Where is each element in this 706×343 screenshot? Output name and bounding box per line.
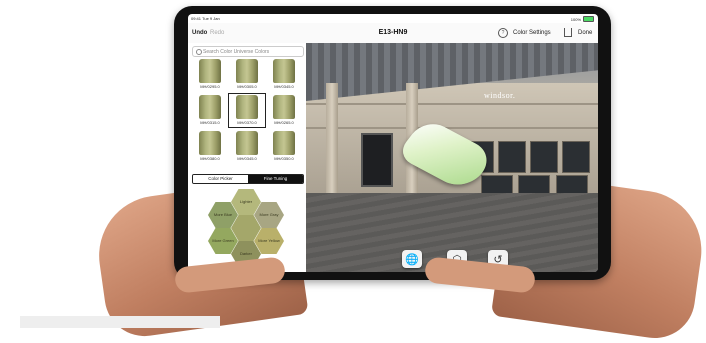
ar-viewport[interactable]: windsor. 🌐 ⬡ ↺ [306,43,598,272]
date-text: Tue 9 Jan [202,16,220,21]
swatch-label: MH/0265.0 [274,120,294,125]
paint-can-icon [236,131,258,155]
help-icon[interactable]: ? [498,28,508,38]
swatch-label: MH/0370.0 [237,120,257,125]
swatch-item[interactable]: MH/0305.0 [229,58,265,91]
swatch-label: MH/0345.0 [237,156,257,161]
stone-band [306,127,598,129]
swatch-item-selected[interactable]: MH/0370.0 [228,93,266,128]
color-panel: Search Color Universe Colors MH/0295.0 M… [188,43,307,272]
swatch-label: MH/0380.0 [200,156,220,161]
swatch-label: MH/0305.0 [237,84,257,89]
status-time: 09:41 Tue 9 Jan [191,16,220,21]
status-right: 100% [571,16,594,22]
battery-text: 100% [570,16,581,22]
share-icon[interactable] [564,28,572,37]
done-button[interactable]: Done [578,30,592,36]
nav-bar: Undo Redo E13-HN9 ? Color Settings Done [188,23,598,44]
paint-can-icon [273,59,295,83]
pillar [326,83,338,198]
paint-can-icon [199,59,221,83]
screen: 09:41 Tue 9 Jan 100% Undo Redo E13-HN9 ?… [188,14,598,272]
sleeve [20,316,220,328]
swatch-item[interactable]: MH/0380.0 [192,130,228,163]
status-bar: 09:41 Tue 9 Jan 100% [188,14,598,23]
mode-tabs: Color Picker Fine Tuning [192,174,304,184]
swatch-item[interactable]: MH/0345.0 [266,58,302,91]
paint-can-icon [199,131,221,155]
battery-icon [583,16,594,22]
swatch-label: MH/0315.0 [200,120,220,125]
swatch-grid: MH/0295.0 MH/0305.0 MH/0345.0 MH/0315.0 … [192,58,302,163]
paint-can-icon [199,95,221,119]
search-placeholder: Search Color Universe Colors [203,48,270,55]
paint-can-icon [236,59,258,83]
door [361,133,393,187]
tablet: 09:41 Tue 9 Jan 100% Undo Redo E13-HN9 ?… [174,6,611,280]
swatch-item[interactable]: MH/0295.0 [192,58,228,91]
window [530,141,558,173]
time-text: 09:41 [191,16,202,21]
store-sign: windsor. [484,91,516,100]
stone-band [306,103,598,105]
window [498,141,526,173]
globe-icon[interactable]: 🌐 [402,250,422,268]
search-icon [196,48,202,55]
swatch-item[interactable]: MH/0350.0 [266,130,302,163]
swatch-item[interactable]: MH/0345.0 [229,130,265,163]
paint-can-icon [273,95,295,119]
paint-can-icon [273,131,295,155]
swatch-label: MH/0345.0 [274,84,294,89]
paint-can-icon [236,95,258,119]
search-input[interactable]: Search Color Universe Colors [192,46,304,57]
tab-fine-tuning[interactable]: Fine Tuning [248,175,303,183]
swatch-label: MH/0295.0 [200,84,220,89]
window [562,141,590,173]
swatch-item[interactable]: MH/0265.0 [266,94,302,127]
tab-color-picker[interactable]: Color Picker [193,175,248,183]
color-settings-button[interactable]: Color Settings [513,30,551,36]
swatch-label: MH/0350.0 [274,156,294,161]
swatch-item[interactable]: MH/0315.0 [192,94,228,127]
